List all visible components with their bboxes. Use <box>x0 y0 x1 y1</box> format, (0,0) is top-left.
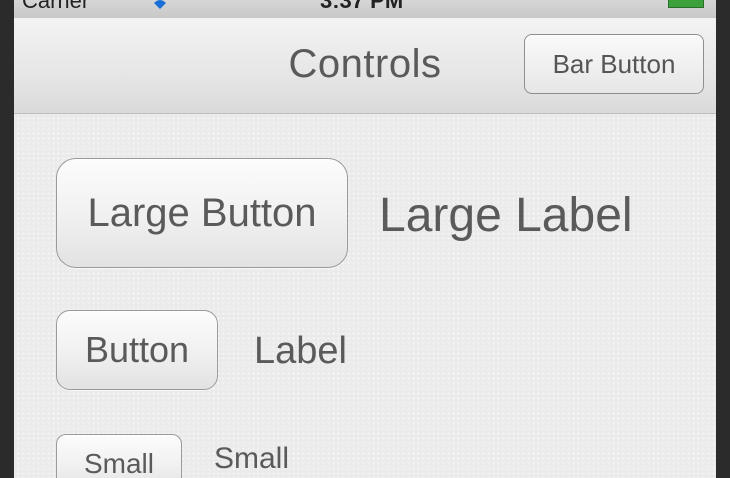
large-label: Large Label <box>379 189 633 242</box>
small-button[interactable]: Small <box>56 434 182 478</box>
battery-icon <box>668 0 704 8</box>
bar-button[interactable]: Bar Button <box>524 34 704 94</box>
small-label: Small <box>214 442 290 475</box>
button[interactable]: Button <box>56 310 218 390</box>
large-button[interactable]: Large Button <box>56 158 348 268</box>
status-time: 3:37 PM <box>320 0 404 13</box>
simulator-screen: Carrier 3:37 PM Controls Bar Button Larg… <box>0 0 730 478</box>
carrier-label: Carrier <box>22 0 90 13</box>
device-bezel-left <box>0 0 14 478</box>
navigation-bar: Controls Bar Button <box>14 18 716 114</box>
device-bezel-right <box>716 0 730 478</box>
status-bar: Carrier 3:37 PM <box>14 0 716 19</box>
label: Label <box>254 330 347 372</box>
wifi-icon <box>152 0 168 10</box>
controls-content: Large Button Large Label Button Label Sm… <box>14 114 716 478</box>
